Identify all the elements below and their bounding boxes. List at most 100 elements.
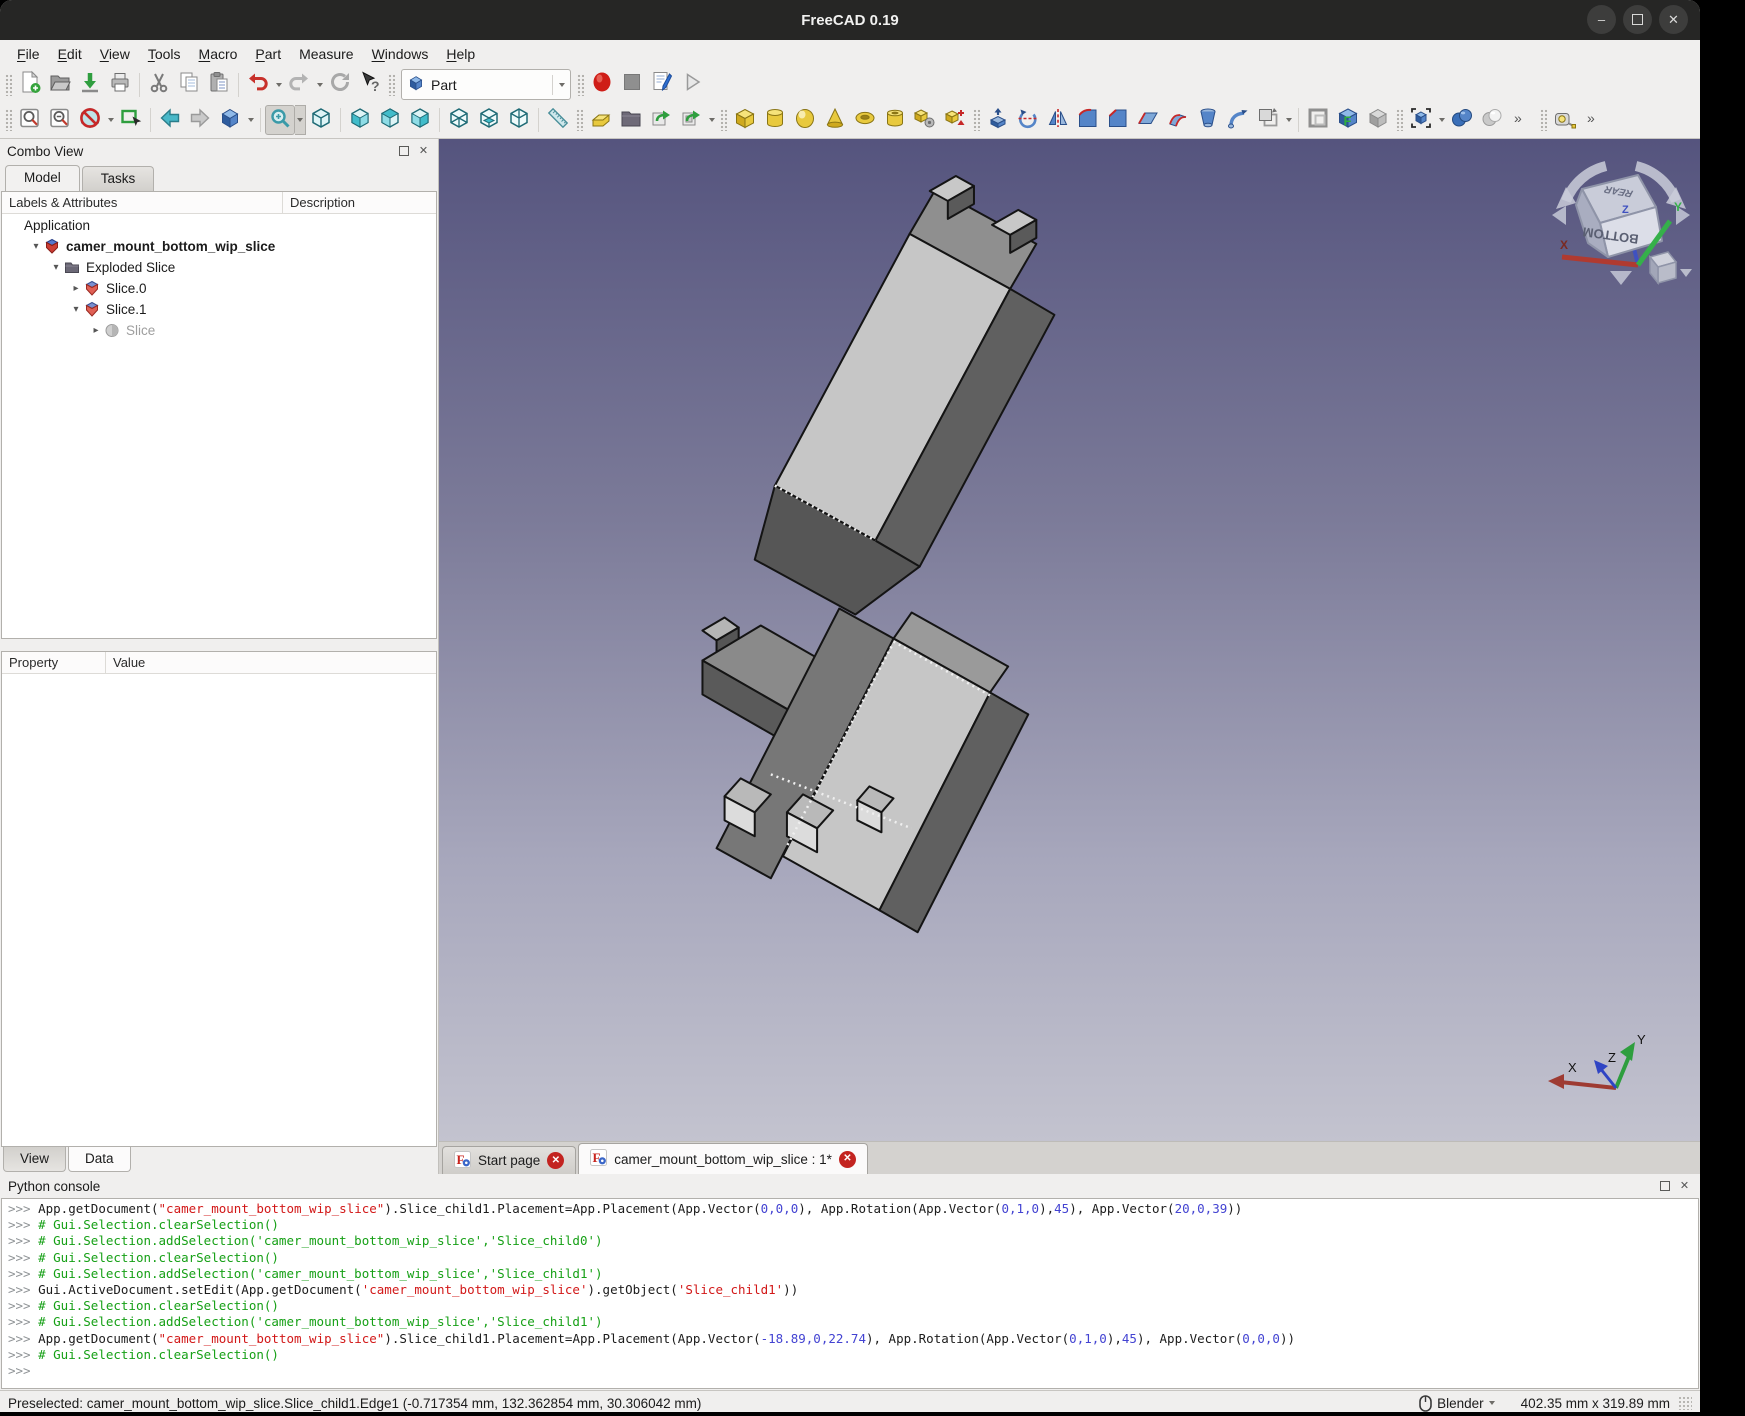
tape-measure-button[interactable] (1550, 105, 1580, 135)
workbench-selector[interactable]: Part (401, 69, 571, 100)
std-group-button[interactable] (616, 105, 646, 135)
menu-macro[interactable]: Macro (190, 42, 247, 66)
expander-open-icon[interactable]: ▾ (68, 304, 84, 315)
maximize-button[interactable] (1623, 5, 1652, 34)
boolean-cut-button[interactable] (1477, 105, 1507, 135)
primitives-dialog-button[interactable] (940, 105, 970, 135)
minimize-button[interactable]: – (1587, 5, 1616, 34)
menu-edit[interactable]: Edit (49, 42, 91, 66)
property-header[interactable]: Property (2, 652, 106, 673)
make-face-button[interactable] (1133, 105, 1163, 135)
zoom-region-out-button[interactable] (45, 105, 75, 135)
primitive-box-button[interactable] (730, 105, 760, 135)
print-button[interactable] (105, 70, 135, 100)
menu-help[interactable]: Help (437, 42, 484, 66)
make-link-button[interactable] (646, 105, 676, 135)
paste-button[interactable] (204, 70, 234, 100)
menu-tools[interactable]: Tools (139, 42, 190, 66)
std-part-button[interactable] (586, 105, 616, 135)
toolbar-drag-handle[interactable] (5, 74, 12, 96)
undo-dropdown[interactable] (273, 70, 284, 100)
mirror-button[interactable] (1043, 105, 1073, 135)
document-tab-start-page[interactable]: FStart page✕ (442, 1146, 576, 1174)
tree-item-slice[interactable]: ▸Slice (2, 320, 436, 341)
zoom-region-button[interactable] (15, 105, 45, 135)
dock-close-icon[interactable]: ✕ (416, 144, 431, 159)
sweep-button[interactable] (1223, 105, 1253, 135)
fit-all-button[interactable] (265, 105, 295, 135)
console-close-icon[interactable]: ✕ (1677, 1179, 1692, 1194)
menu-file[interactable]: File (8, 42, 49, 66)
tree-item-application[interactable]: Application (2, 215, 436, 236)
navigation-off-dropdown[interactable] (105, 105, 116, 135)
toolbar-drag-handle[interactable] (5, 109, 12, 131)
view-rear-button[interactable] (444, 105, 474, 135)
3d-viewport[interactable]: BOTTOM REAR X Y Z (439, 139, 1700, 1141)
new-file-button[interactable] (15, 70, 45, 100)
overflow-chevron-2-button[interactable]: » (1580, 105, 1610, 135)
menu-part[interactable]: Part (246, 42, 290, 66)
boolean-dropdown[interactable] (1436, 105, 1447, 135)
primitive-sphere-button[interactable] (790, 105, 820, 135)
navigation-off-button[interactable] (75, 105, 105, 135)
view-axonometric-button[interactable] (215, 105, 245, 135)
toolbar-drag-handle[interactable] (388, 74, 395, 96)
copy-button[interactable] (174, 70, 204, 100)
macro-edit-button[interactable] (647, 70, 677, 100)
simple-copy-button[interactable] (1363, 105, 1393, 135)
offset-button[interactable] (1253, 105, 1283, 135)
fillet-button[interactable] (1073, 105, 1103, 135)
redo-button[interactable] (284, 70, 314, 100)
tab-close-icon[interactable]: ✕ (839, 1151, 856, 1168)
tab-data[interactable]: Data (68, 1147, 131, 1172)
navcube-menu-arrow[interactable] (1680, 269, 1692, 277)
measure-distance-button[interactable] (543, 105, 573, 135)
fit-selection-button[interactable] (116, 105, 146, 135)
primitive-torus-button[interactable] (850, 105, 880, 135)
tab-model[interactable]: Model (5, 165, 80, 191)
undo-button[interactable] (243, 70, 273, 100)
expander-open-icon[interactable]: ▾ (28, 241, 44, 252)
nav-back-button[interactable] (155, 105, 185, 135)
extrude-button[interactable] (983, 105, 1013, 135)
make-sub-link-button[interactable] (676, 105, 706, 135)
primitive-tube-button[interactable] (880, 105, 910, 135)
refresh-button[interactable] (325, 70, 355, 100)
toolbar-drag-handle[interactable] (1540, 109, 1547, 131)
macro-stop-button[interactable] (617, 70, 647, 100)
view-bottom-button[interactable] (474, 105, 504, 135)
tab-close-icon[interactable]: ✕ (547, 1152, 564, 1169)
toolbar-drag-handle[interactable] (577, 74, 584, 96)
title-bar[interactable]: FreeCAD 0.19 – ✕ (0, 0, 1700, 40)
make-sub-link-dropdown[interactable] (706, 105, 717, 135)
revolve-button[interactable] (1013, 105, 1043, 135)
panel-splitter[interactable] (0, 639, 438, 651)
navigation-style-selector[interactable]: Blender (1419, 1395, 1495, 1412)
whats-this-button[interactable]: ? (355, 70, 385, 100)
resize-grip[interactable] (1678, 1396, 1692, 1410)
loft-button[interactable] (1193, 105, 1223, 135)
primitive-cone-button[interactable] (820, 105, 850, 135)
nav-forward-button[interactable] (185, 105, 215, 135)
open-button[interactable] (45, 70, 75, 100)
thickness-button[interactable] (1303, 105, 1333, 135)
macro-record-button[interactable] (587, 70, 617, 100)
tree-header-labels[interactable]: Labels & Attributes (2, 192, 283, 213)
view-left-button[interactable] (504, 105, 534, 135)
overflow-chevron-button[interactable]: » (1507, 105, 1537, 135)
ruled-surface-button[interactable] (1163, 105, 1193, 135)
tab-view[interactable]: View (3, 1147, 66, 1172)
save-button[interactable] (75, 70, 105, 100)
expander-closed-icon[interactable]: ▸ (68, 283, 84, 294)
python-console-input[interactable]: >>> App.getDocument("camer_mount_bottom_… (1, 1198, 1699, 1389)
tree-header-description[interactable]: Description (283, 192, 436, 213)
toolbar-drag-handle[interactable] (1396, 109, 1403, 131)
primitive-cylinder-button[interactable] (760, 105, 790, 135)
view-front-button[interactable] (345, 105, 375, 135)
tab-tasks[interactable]: Tasks (82, 166, 155, 191)
offset-dropdown[interactable] (1283, 105, 1294, 135)
navcube-bottom-arrow[interactable] (1610, 271, 1632, 285)
navigation-cube[interactable]: BOTTOM REAR X Y Z (1546, 145, 1696, 295)
view-axonometric-dropdown[interactable] (245, 105, 256, 135)
view-isometric-button[interactable] (306, 105, 336, 135)
